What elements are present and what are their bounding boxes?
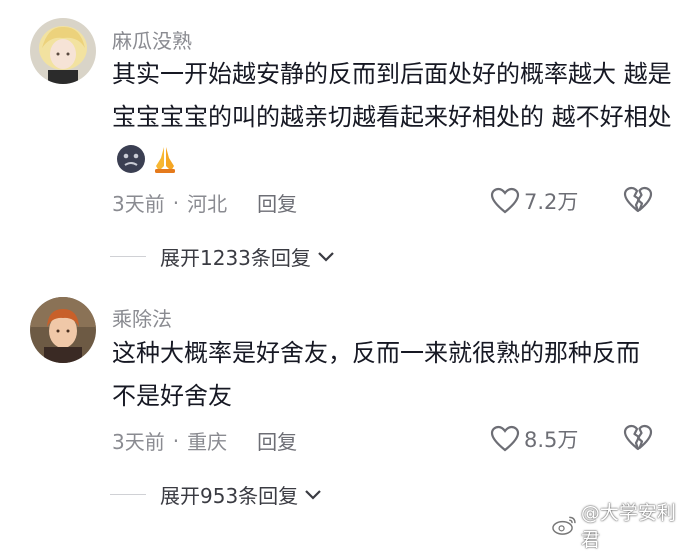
expand-replies-button[interactable]: 展开1233条回复 [110,242,335,271]
divider-line [110,494,146,495]
like-button[interactable]: 7.2万 [490,186,578,216]
comment-location: 重庆 [187,430,228,454]
comment-text-content: 其实一开始越安静的反而到后面处好的概率越大 越是宝宝宝宝的叫的越亲切越看起来好相… [112,60,672,131]
comment-location: 河北 [187,192,228,216]
divider-line [110,256,146,257]
heart-outline-icon [490,425,520,452]
heart-outline-icon [490,187,520,214]
comment-meta: 3天前 · 重庆 回复 [112,426,297,455]
comment-text: 其实一开始越安静的反而到后面处好的概率越大 越是宝宝宝宝的叫的越亲切越看起来好相… [112,53,672,188]
comment-time: 3天前 [112,430,165,454]
avatar[interactable] [30,297,96,363]
comment-meta: 3天前 · 河北 回复 [112,188,297,217]
broken-heart-icon [623,424,653,451]
username[interactable]: 乘除法 [112,303,172,332]
meta-separator: · [172,190,180,215]
meta-separator: · [172,428,180,453]
weibo-logo-icon [552,516,576,535]
expand-replies-button[interactable]: 展开953条回复 [110,480,322,509]
comment-text: 这种大概率是好舍友，反而一来就很熟的那种反而不是好舍友 [112,339,640,410]
like-count: 7.2万 [524,190,579,214]
dislike-button[interactable] [623,186,653,218]
praying-hands-icon [150,144,180,188]
expand-replies-label: 展开1233条回复 [160,246,311,270]
username[interactable]: 麻瓜没熟 [112,25,192,54]
reply-button[interactable]: 回复 [257,426,297,455]
watermark-text: @大学安利君 [580,502,676,551]
comment-time: 3天前 [112,192,165,216]
reply-button[interactable]: 回复 [257,188,297,217]
broken-heart-icon [623,186,653,213]
expand-replies-label: 展开953条回复 [160,484,299,508]
like-button[interactable]: 8.5万 [490,424,578,454]
crying-face-icon [116,144,146,188]
watermark: @大学安利君 [552,498,690,552]
dislike-button[interactable] [623,424,653,456]
like-count: 8.5万 [524,428,579,452]
chevron-down-icon [305,489,321,500]
avatar[interactable] [30,18,96,84]
chevron-down-icon [318,251,334,262]
